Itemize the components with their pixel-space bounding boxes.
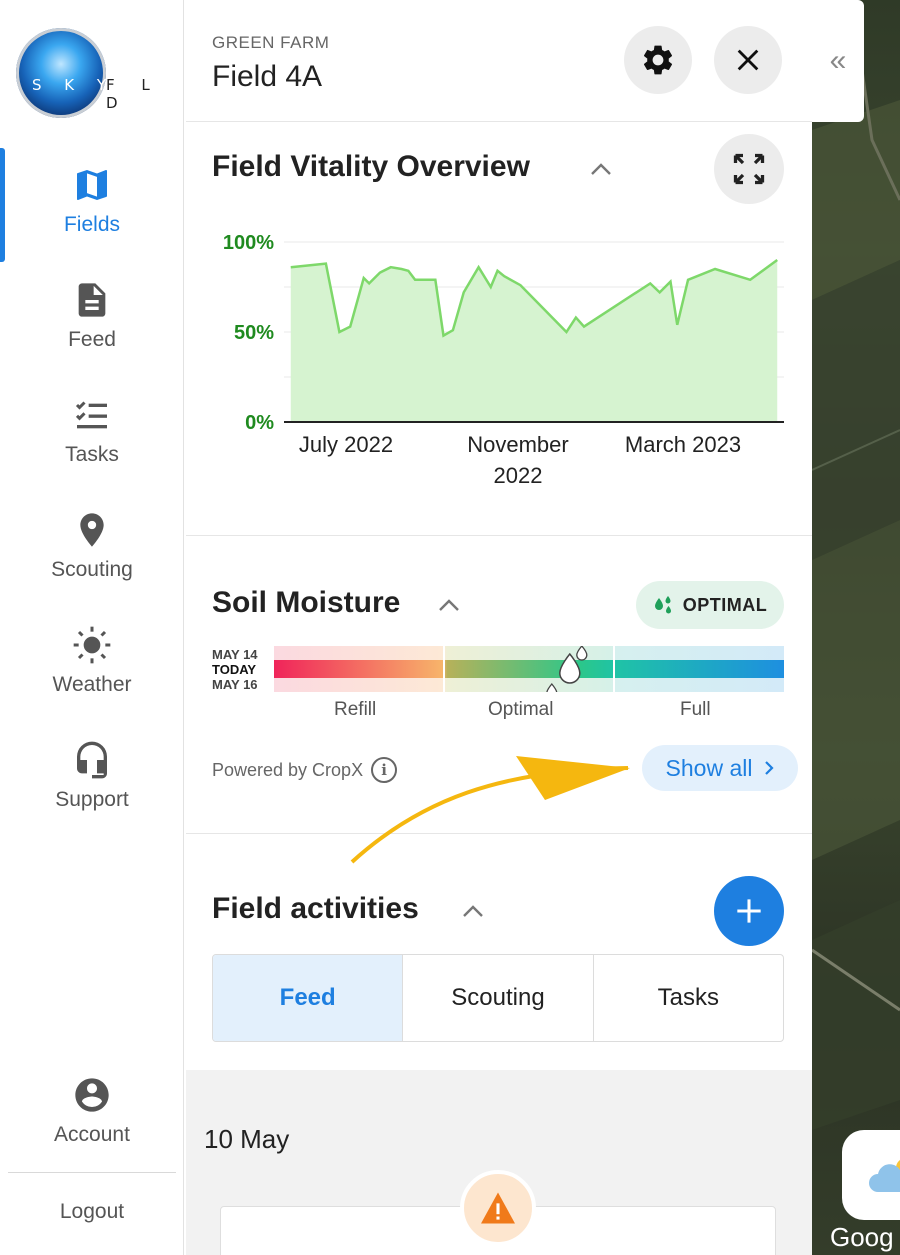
warning-icon [481, 1192, 515, 1224]
powered-by-text: Powered by CropX [212, 759, 364, 780]
sidebar-item-account[interactable]: Account [0, 1075, 184, 1175]
close-icon [737, 49, 759, 71]
status-badge: OPTIMAL [636, 581, 784, 629]
warning-badge [460, 1170, 536, 1246]
zone-label-optimal: Optimal [488, 699, 554, 720]
expand-chart-button[interactable] [714, 134, 784, 204]
feed-list: 10 May [186, 1070, 812, 1255]
moisture-dates: MAY 14 TODAY MAY 16 [212, 647, 258, 692]
logo-orb-icon [16, 28, 106, 118]
map-weather-button[interactable] [842, 1130, 900, 1220]
tab-tasks[interactable]: Tasks [594, 955, 783, 1041]
sidebar-item-label: Support [55, 788, 129, 811]
vitality-title: Field Vitality Overview [212, 150, 530, 183]
status-badge-label: OPTIMAL [682, 594, 768, 615]
soil-moisture-section: Soil Moisture OPTIMAL MAY 14 TODAY MAY 1… [186, 536, 812, 834]
sidebar-item-fields[interactable]: Fields [0, 165, 184, 265]
soil-moisture-title: Soil Moisture [212, 586, 401, 619]
account-circle-icon [75, 1078, 109, 1112]
sidebar-item-label: Account [54, 1123, 130, 1146]
sidebar-item-scouting[interactable]: Scouting [0, 510, 184, 610]
add-activity-button[interactable] [714, 876, 784, 946]
sidebar-item-label: Weather [52, 673, 132, 696]
field-name: Field 4A [212, 60, 323, 93]
map-icon [77, 170, 107, 200]
sidebar-item-label: Feed [68, 328, 116, 351]
checklist-icon [75, 401, 107, 429]
double-chevron-left-icon: « [829, 44, 847, 77]
activity-tabs: Feed Scouting Tasks [212, 954, 784, 1042]
sidebar-item-support[interactable]: Support [0, 740, 184, 840]
chevron-up-icon[interactable] [462, 904, 484, 918]
water-drops-icon [654, 596, 671, 614]
skyfld-logo[interactable]: S K Y F L D [16, 28, 176, 118]
google-attribution: Goog [830, 1222, 894, 1252]
fullscreen-icon [733, 153, 765, 185]
date-end: MAY 16 [212, 677, 258, 692]
sidebar-item-tasks[interactable]: Tasks [0, 395, 184, 495]
plus-icon [737, 899, 761, 923]
x-tick-label: March 2023 [625, 432, 741, 457]
y-tick-label: 0% [245, 412, 274, 434]
x-tick-label: November 2022 [467, 432, 568, 488]
sidebar-item-label: Scouting [51, 558, 133, 581]
show-all-label: Show all [665, 754, 753, 781]
sidebar-item-feed[interactable]: Feed [0, 280, 184, 380]
close-button[interactable] [714, 26, 782, 94]
x-tick-label: July 2022 [299, 432, 393, 457]
satellite-map[interactable] [812, 0, 900, 1255]
info-icon[interactable]: i [371, 757, 398, 783]
chevron-up-icon[interactable] [590, 162, 612, 176]
sidebar: S K Y F L D Fields Feed Tasks Scouting W… [0, 0, 184, 1255]
location-pin-icon [80, 513, 104, 547]
headset-icon [77, 741, 107, 779]
sun-icon [73, 626, 111, 664]
vitality-chart: 100% 50% 0% July 2022 November 2022 March 2023 [223, 232, 784, 488]
sidebar-item-label: Tasks [65, 443, 119, 466]
gear-icon [643, 45, 673, 75]
field-panel: GREEN FARM Field 4A Field Vitality Overv… [186, 0, 812, 1255]
map-terrain [812, 0, 900, 1130]
show-all-button[interactable]: Show all [642, 745, 798, 791]
date-start: MAY 14 [212, 647, 258, 662]
tab-scouting[interactable]: Scouting [403, 955, 594, 1041]
feed-date-heading: 10 May [204, 1124, 290, 1154]
panel-header: GREEN FARM Field 4A [186, 0, 812, 122]
zone-label-full: Full [680, 699, 711, 720]
y-tick-label: 50% [234, 322, 274, 344]
farm-name: GREEN FARM [212, 33, 330, 52]
moisture-gauge [274, 646, 784, 692]
collapse-panel-button[interactable]: « [812, 0, 864, 122]
chevron-up-icon[interactable] [438, 598, 460, 612]
logo-text-right: F L D [106, 76, 161, 112]
chevron-right-icon [765, 761, 775, 775]
logout-button[interactable]: Logout [0, 1200, 184, 1224]
date-today: TODAY [212, 662, 257, 677]
logo-text-left: S K Y [32, 76, 116, 94]
sidebar-divider [8, 1172, 176, 1173]
document-icon [78, 283, 106, 317]
tab-feed[interactable]: Feed [213, 955, 404, 1041]
sidebar-item-label: Fields [63, 213, 121, 236]
field-vitality-section: Field Vitality Overview 100% 50% 0% July 20… [186, 122, 812, 536]
zone-label-refill: Refill [334, 699, 377, 720]
activities-title: Field activities [212, 892, 419, 925]
powered-by: Powered by CropX i [212, 757, 398, 783]
y-tick-label: 100% [223, 232, 274, 254]
vitality-area [290, 260, 778, 422]
sidebar-item-weather[interactable]: Weather [0, 625, 184, 725]
partly-cloudy-icon [869, 1160, 900, 1192]
field-activities-section: Field activities Feed Scouting Tasks [186, 834, 812, 1070]
settings-button[interactable] [624, 26, 692, 94]
